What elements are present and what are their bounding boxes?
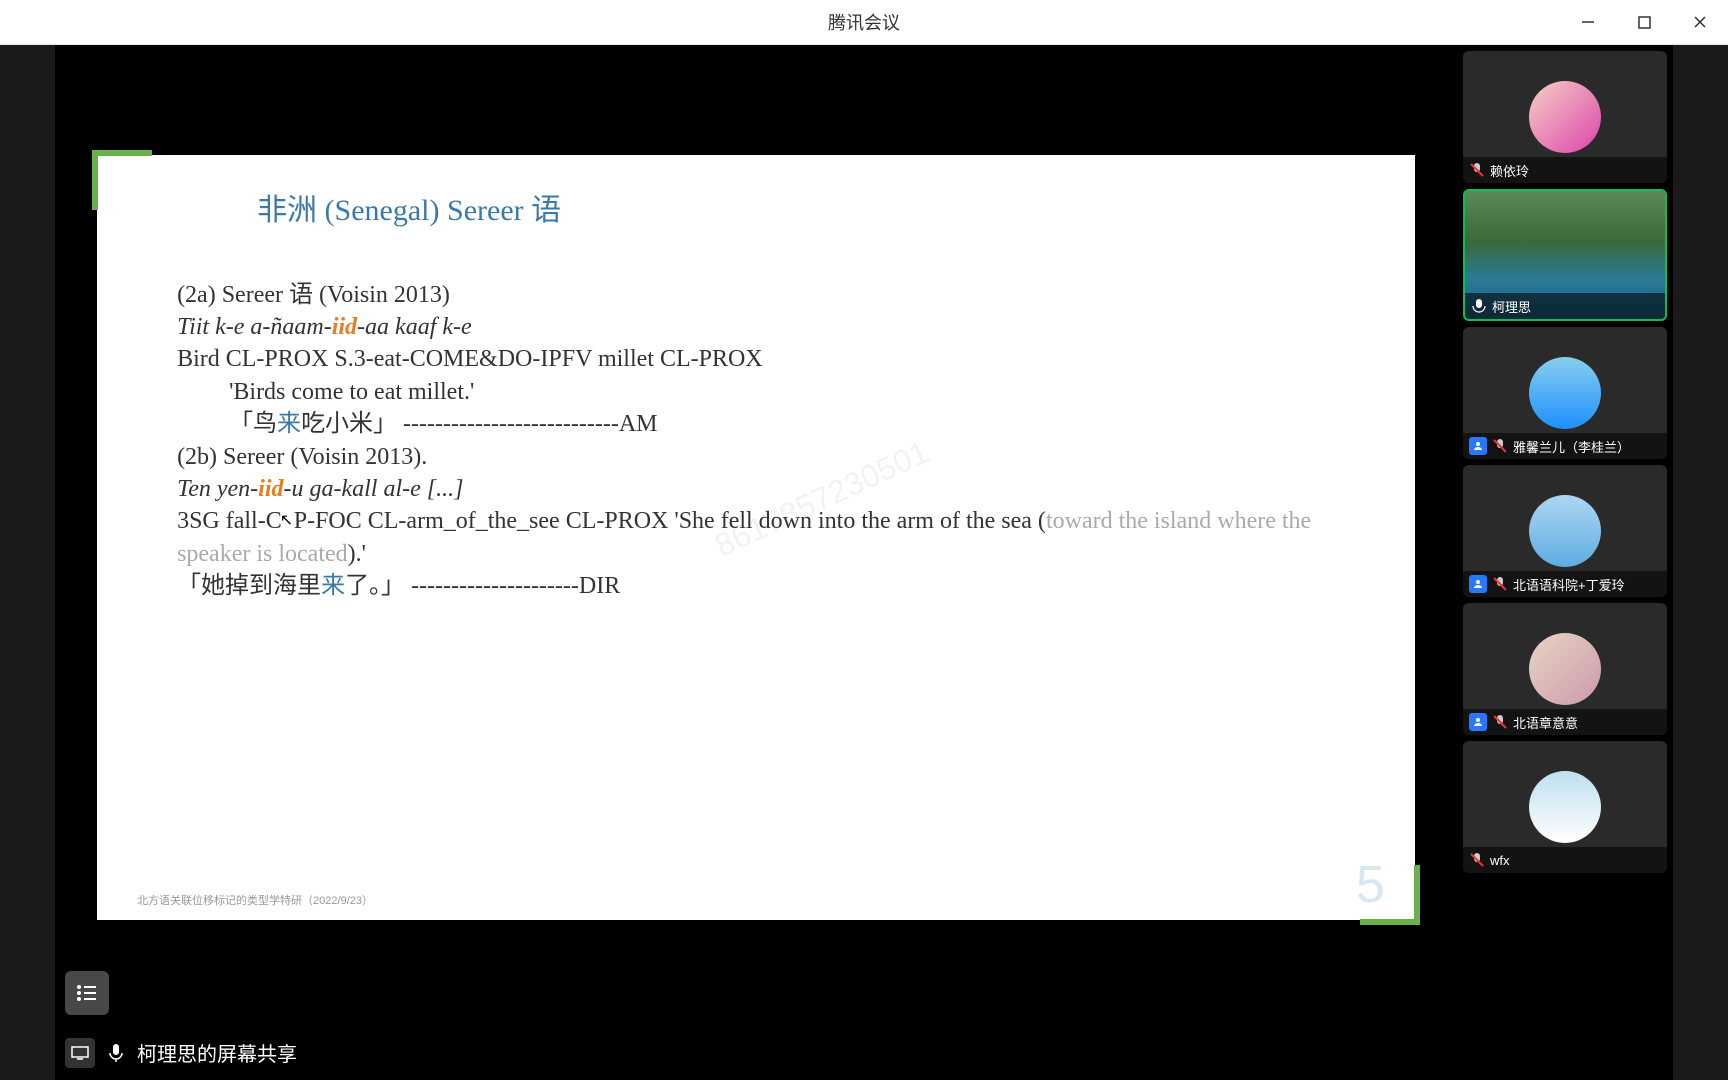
cursor-icon: ↖ — [280, 510, 293, 532]
highlight-iid: iid — [258, 476, 283, 502]
participant-tile[interactable]: 柯理思 — [1463, 189, 1667, 321]
slide-footer: 北方语关联位移标记的类型学特研（2022/9/23） — [137, 892, 373, 908]
presentation-slide: 8617857230501 非洲 (Senegal) Sereer 语 (2a)… — [97, 155, 1415, 921]
text-segment: P-FOC CL-arm_of_the_see CL-PROX 'She fel… — [294, 508, 1046, 534]
user-badge-icon — [1469, 575, 1487, 593]
name-strip: 北语章意意 — [1463, 709, 1667, 735]
avatar — [1529, 357, 1601, 429]
cursor-position: ↖ — [282, 505, 294, 537]
participant-name: 北语语科院+丁爱玲 — [1513, 575, 1625, 594]
participant-name: wfx — [1490, 853, 1510, 868]
name-strip: 雅馨兰儿（李桂兰） — [1463, 433, 1667, 459]
maximize-icon — [1638, 16, 1651, 29]
list-icon — [76, 984, 98, 1002]
text-segment: 「她掉到海里 — [177, 573, 321, 599]
participant-tile[interactable]: 北语语科院+丁爱玲 — [1463, 465, 1667, 597]
example-2b-gloss: 3SG fall-C↖ P-FOC CL-arm_of_the_see CL-P… — [177, 505, 1335, 570]
slide-content: 非洲 (Senegal) Sereer 语 (2a) Sereer 语 (Voi… — [97, 155, 1415, 921]
text-segment: ).' — [348, 541, 366, 567]
maximize-button[interactable] — [1616, 0, 1672, 45]
microphone-icon — [108, 1043, 124, 1063]
text-segment: Tiit k-e a-ñaam- — [177, 314, 332, 340]
text-segment: 了。」 ---------------------DIR — [345, 573, 620, 599]
text-segment: -aa kaaf k-e — [357, 314, 472, 340]
highlight-lai: 来 — [277, 411, 301, 437]
name-strip: 柯理思 — [1465, 293, 1665, 319]
text-segment: Ten yen- — [177, 476, 258, 502]
avatar — [1529, 81, 1601, 153]
avatar — [1529, 633, 1601, 705]
example-2b-translation-cn: 「她掉到海里来了。」 ---------------------DIR — [177, 570, 1335, 602]
minimize-icon — [1581, 15, 1595, 29]
window-controls — [1560, 0, 1728, 44]
example-2a-gloss: Bird CL-PROX S.3-eat-COME&DO-IPFV millet… — [177, 343, 1335, 375]
example-2b-text: Ten yen-iid-u ga-kall al-e [...] — [177, 473, 1335, 505]
close-icon — [1693, 15, 1707, 29]
slide-body: (2a) Sereer 语 (Voisin 2013) Tiit k-e a-ñ… — [177, 279, 1335, 603]
participant-panel: 赖依玲柯理思雅馨兰儿（李桂兰） 北语语科院+丁爱玲北语章意意 wfx — [1457, 45, 1673, 1080]
name-strip: wfx — [1463, 847, 1667, 873]
participant-name: 柯理思 — [1492, 297, 1531, 316]
name-strip: 赖依玲 — [1463, 157, 1667, 183]
status-bar: 柯理思的屏幕共享 — [55, 1025, 1457, 1080]
participant-tile[interactable]: 赖依玲 — [1463, 51, 1667, 183]
example-2b-label: (2b) Sereer (Voisin 2013). — [177, 441, 1335, 473]
highlight-lai: 来 — [321, 573, 345, 599]
user-badge-icon — [1469, 437, 1487, 455]
slide-title: 非洲 (Senegal) Sereer 语 — [257, 185, 1335, 229]
mic-on-icon — [1471, 298, 1487, 314]
text-segment: 「鸟 — [229, 411, 277, 437]
participant-tile[interactable]: 雅馨兰儿（李桂兰） — [1463, 327, 1667, 459]
monitor-icon — [71, 1046, 89, 1060]
slide-page-number: 5 — [1356, 855, 1385, 915]
participant-name: 北语章意意 — [1513, 713, 1578, 732]
mic-muted-icon — [1469, 852, 1485, 868]
text-segment: 吃小米」 ---------------------------AM — [301, 411, 657, 437]
mic-muted-icon — [1492, 714, 1508, 730]
text-segment: -u ga-kall al-e [...] — [284, 476, 464, 502]
participant-tile[interactable]: wfx — [1463, 741, 1667, 873]
mic-muted-icon — [1469, 162, 1485, 178]
mic-muted-icon — [1492, 576, 1508, 592]
name-strip: 北语语科院+丁爱玲 — [1463, 571, 1667, 597]
share-status-text: 柯理思的屏幕共享 — [137, 1038, 297, 1067]
toc-button[interactable] — [65, 971, 109, 1015]
mic-status-icon[interactable] — [101, 1038, 131, 1068]
meeting-body: 8617857230501 非洲 (Senegal) Sereer 语 (2a)… — [55, 45, 1673, 1080]
example-2a-label: (2a) Sereer 语 (Voisin 2013) — [177, 279, 1335, 311]
minimize-button[interactable] — [1560, 0, 1616, 45]
shared-screen-area: 8617857230501 非洲 (Senegal) Sereer 语 (2a)… — [55, 45, 1457, 1080]
highlight-iid: iid — [332, 314, 357, 340]
avatar — [1529, 771, 1601, 843]
example-2a-translation-cn: 「鸟来吃小米」 ---------------------------AM — [229, 408, 1335, 440]
text-segment: 3SG fall-C — [177, 508, 282, 534]
participant-tile[interactable]: 北语章意意 — [1463, 603, 1667, 735]
close-button[interactable] — [1672, 0, 1728, 45]
screen-share-icon[interactable] — [65, 1038, 95, 1068]
titlebar: 腾讯会议 — [0, 0, 1728, 45]
mic-muted-icon — [1492, 438, 1508, 454]
window-title: 腾讯会议 — [828, 9, 900, 35]
avatar — [1529, 495, 1601, 567]
participant-name: 赖依玲 — [1490, 161, 1529, 180]
example-2a-translation-en: 'Birds come to eat millet.' — [229, 376, 1335, 408]
user-badge-icon — [1469, 713, 1487, 731]
participant-name: 雅馨兰儿（李桂兰） — [1513, 437, 1630, 456]
example-2a-text: Tiit k-e a-ñaam-iid-aa kaaf k-e — [177, 311, 1335, 343]
